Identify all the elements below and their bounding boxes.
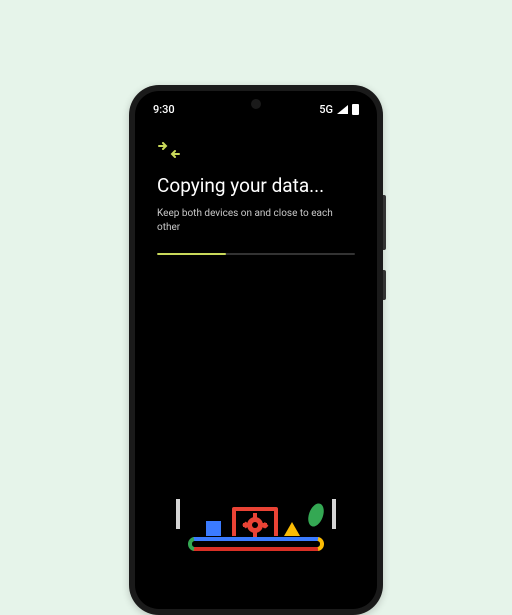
power-button	[383, 270, 386, 300]
status-right: 5G	[319, 103, 359, 116]
network-label: 5G	[319, 103, 333, 116]
blue-square-icon	[206, 521, 221, 536]
screen-subtitle: Keep both devices on and close to each o…	[157, 207, 355, 235]
screen-title: Copying your data...	[157, 174, 355, 197]
marker-right	[332, 499, 336, 529]
status-time: 9:30	[153, 103, 175, 116]
main-content: Copying your data... Keep both devices o…	[135, 122, 377, 275]
conveyor-illustration	[135, 481, 377, 561]
phone-screen: 9:30 5G Copying your data... Keep both d…	[135, 91, 377, 609]
progress-bar	[157, 253, 355, 255]
camera-notch	[251, 99, 261, 109]
phone-frame: 9:30 5G Copying your data... Keep both d…	[129, 85, 383, 615]
green-oval-icon	[305, 501, 326, 528]
signal-icon	[337, 105, 348, 114]
marker-left	[176, 499, 180, 529]
battery-icon	[352, 104, 359, 115]
progress-fill	[157, 253, 226, 255]
volume-button	[383, 195, 386, 250]
gear-icon	[242, 513, 268, 537]
transfer-arrows-icon	[157, 142, 355, 158]
yellow-triangle-icon	[284, 522, 300, 536]
